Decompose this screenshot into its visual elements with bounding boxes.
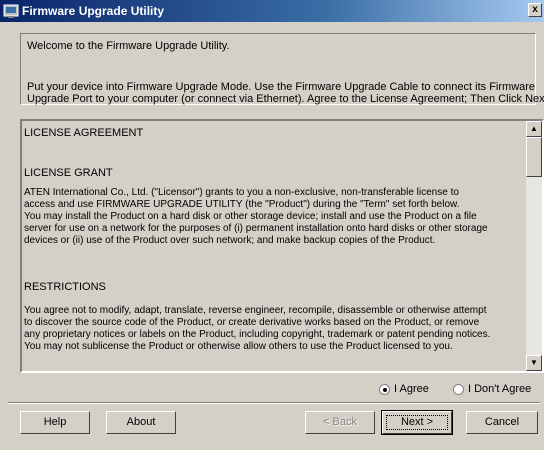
close-icon: x (532, 4, 538, 15)
app-window-icon (3, 4, 19, 18)
grant-line: server for use on a network for the purp… (24, 223, 488, 234)
arrow-up-icon: ▲ (530, 124, 538, 133)
instruction-text-line-2: Upgrade Port to your computer (or connec… (27, 93, 544, 105)
grant-line: ATEN International Co., Ltd. ("Licensor"… (24, 187, 459, 198)
restrictions-line: You may not sublicense the Product or ot… (24, 341, 453, 352)
help-button[interactable]: Help (20, 411, 90, 434)
restrictions-heading: RESTRICTIONS (24, 281, 106, 293)
scroll-down-button[interactable]: ▼ (526, 355, 542, 371)
restrictions-text: You agree not to modify, adapt, translat… (24, 305, 516, 353)
license-grant-text: ATEN International Co., Ltd. ("Licensor"… (24, 187, 516, 247)
license-heading: LICENSE AGREEMENT (24, 127, 144, 139)
instruction-text-line-1: Put your device into Firmware Upgrade Mo… (27, 81, 536, 93)
disagree-label: I Don't Agree (468, 383, 532, 396)
radio-unchecked-icon (453, 383, 464, 395)
about-button[interactable]: About (106, 411, 176, 434)
grant-line: You may install the Product on a hard di… (24, 211, 477, 222)
arrow-down-icon: ▼ (530, 358, 538, 367)
close-button[interactable]: x (528, 3, 542, 17)
radio-checked-icon (379, 383, 390, 395)
license-scrollbar[interactable]: ▲ ▼ (526, 121, 542, 371)
divider (8, 402, 540, 404)
grant-line: access and use FIRMWARE UPGRADE UTILITY … (24, 199, 460, 210)
welcome-panel: Welcome to the Firmware Upgrade Utility.… (20, 33, 544, 105)
restrictions-line: You agree not to modify, adapt, translat… (24, 305, 487, 316)
restrictions-line: any proprietary notices or labels on the… (24, 329, 491, 340)
agree-radio[interactable]: I Agree (379, 383, 429, 397)
scroll-up-button[interactable]: ▲ (526, 121, 542, 137)
license-grant-heading: LICENSE GRANT (24, 167, 113, 179)
restrictions-line: to discover the source code of the Produ… (24, 317, 480, 328)
next-button[interactable]: Next > (381, 410, 453, 435)
license-text-area[interactable]: LICENSE AGREEMENT LICENSE GRANT ATEN Int… (20, 119, 544, 373)
cancel-button[interactable]: Cancel (466, 411, 538, 434)
disagree-radio[interactable]: I Don't Agree (453, 383, 531, 397)
window-title: Firmware Upgrade Utility (22, 4, 165, 18)
agree-label: I Agree (394, 383, 429, 396)
welcome-text: Welcome to the Firmware Upgrade Utility. (27, 40, 230, 52)
scroll-thumb[interactable] (526, 137, 542, 177)
focus-ring (386, 415, 448, 430)
grant-line: devices or (ii) use of the Product over … (24, 235, 436, 246)
title-bar: Firmware Upgrade Utility x (0, 0, 544, 22)
back-button[interactable]: < Back (305, 411, 375, 434)
